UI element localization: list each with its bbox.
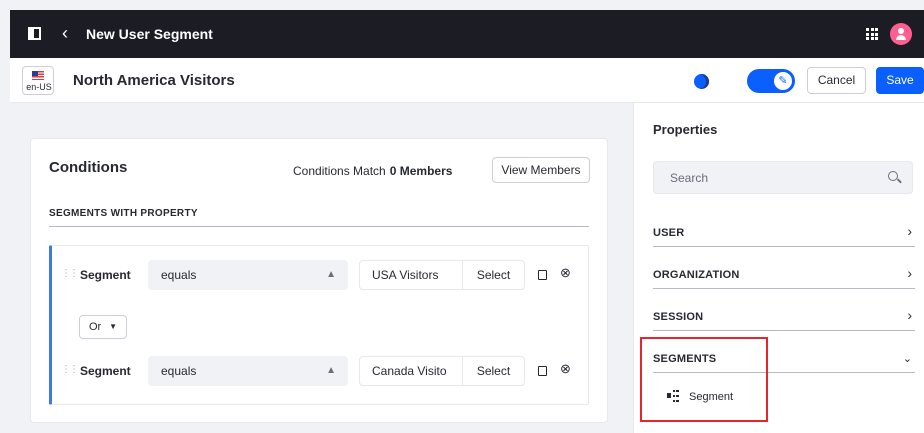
remove-circle-icon[interactable]: ⊗	[560, 361, 571, 377]
condition-row: ⋮⋮ Segment equals ▲ Canada Visito Select …	[52, 356, 588, 386]
caret-down-icon: ▼	[109, 322, 117, 331]
cancel-button[interactable]: Cancel	[807, 67, 866, 94]
properties-title: Properties	[653, 122, 718, 137]
segments-with-property-heading: SEGMENTS WITH PROPERTY	[49, 208, 198, 219]
select-button[interactable]: Select	[462, 356, 525, 386]
segment-value-input[interactable]: Canada Visito	[359, 356, 463, 386]
property-label: Segment	[80, 268, 131, 282]
select-arrows-icon: ▲	[326, 269, 336, 280]
category-label: USER	[653, 227, 685, 239]
status-indicator-icon	[694, 74, 709, 89]
conjunction-label: Or	[89, 321, 102, 333]
apps-grid-icon[interactable]	[866, 28, 878, 40]
back-chevron-icon[interactable]: ‹	[62, 23, 68, 44]
conditions-match: Conditions Match 0 Members	[293, 164, 452, 178]
save-button[interactable]: Save	[876, 67, 924, 94]
chevron-right-icon: ›	[907, 223, 912, 239]
select-button[interactable]: Select	[462, 260, 525, 290]
search-input[interactable]: Search	[653, 161, 913, 194]
category-organization[interactable]: ORGANIZATION ›	[653, 261, 915, 289]
conditions-match-label: Conditions Match	[293, 164, 386, 178]
pencil-icon: ✎	[774, 72, 792, 90]
members-count: 0 Members	[389, 164, 453, 178]
category-label: ORGANIZATION	[653, 269, 740, 281]
segment-value-input[interactable]: USA Visitors	[359, 260, 463, 290]
property-label: Segment	[80, 364, 131, 378]
search-icon[interactable]	[888, 171, 898, 181]
select-arrows-icon: ▲	[326, 365, 336, 376]
drag-handle-icon[interactable]: ⋮⋮	[61, 268, 79, 279]
conditions-card: Conditions Conditions Match 0 Members Vie…	[30, 138, 608, 423]
operator-select[interactable]: equals ▲	[148, 356, 348, 386]
operator-value: equals	[161, 268, 197, 282]
condition-group: ⋮⋮ Segment equals ▲ USA Visitors Select ⊗…	[49, 245, 589, 405]
category-session[interactable]: SESSION ›	[653, 303, 915, 331]
page-title: New User Segment	[86, 26, 213, 42]
category-label: SESSION	[653, 311, 704, 323]
language-selector-button[interactable]: en-US	[22, 66, 54, 95]
drag-handle-icon[interactable]: ⋮⋮	[61, 364, 79, 375]
divider	[49, 226, 589, 227]
chevron-right-icon: ›	[907, 307, 912, 323]
us-flag-icon	[32, 71, 44, 80]
chevron-right-icon: ›	[907, 265, 912, 281]
duplicate-icon[interactable]	[538, 270, 547, 280]
language-label: en-US	[26, 82, 52, 92]
chevron-down-icon: ⌄	[902, 353, 912, 365]
category-user[interactable]: USER ›	[653, 219, 915, 247]
remove-circle-icon[interactable]: ⊗	[560, 265, 571, 281]
top-bar: ‹ New User Segment	[10, 10, 924, 58]
operator-select[interactable]: equals ▲	[148, 260, 348, 290]
condition-row: ⋮⋮ Segment equals ▲ USA Visitors Select ⊗	[52, 260, 588, 290]
sidebar-toggle-icon[interactable]	[28, 27, 41, 40]
segment-name[interactable]: North America Visitors	[73, 72, 235, 89]
operator-value: equals	[161, 364, 197, 378]
conjunction-dropdown[interactable]: Or ▼	[79, 315, 127, 339]
segment-name-bar: en-US North America Visitors ✎ Cancel Sa…	[10, 58, 924, 103]
duplicate-icon[interactable]	[538, 366, 547, 376]
view-members-button[interactable]: View Members	[492, 157, 590, 183]
conditions-title: Conditions	[49, 159, 128, 176]
search-placeholder: Search	[670, 171, 709, 185]
user-avatar[interactable]	[890, 23, 912, 45]
highlight-box	[640, 337, 768, 422]
edit-mode-toggle[interactable]: ✎	[747, 69, 795, 93]
